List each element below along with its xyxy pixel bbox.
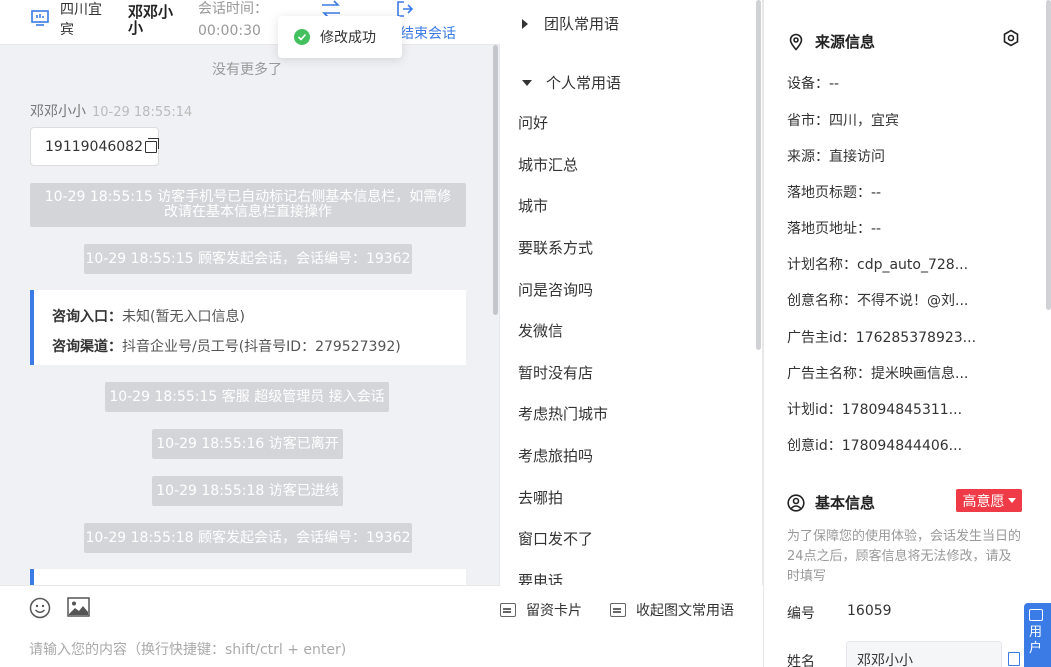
- phrase-item[interactable]: 考虑热门城市: [518, 403, 608, 424]
- message-time: 10-29 18:55:14: [92, 105, 193, 120]
- phrase-item[interactable]: 城市: [518, 195, 548, 216]
- phone-number: 19119046082: [45, 138, 143, 155]
- chat-panel: 四川宜宾 邓邓小小 会话时间： 00:00:30 结束会话 没有更多了 邓邓小小…: [0, 0, 500, 667]
- location-pin-icon: [789, 33, 803, 51]
- chat-scrollbar[interactable]: [493, 45, 498, 315]
- source-row: 落地页地址：--: [787, 221, 882, 237]
- personal-phrases-label: 个人常用语: [546, 74, 622, 92]
- source-row: 设备：--: [787, 76, 840, 92]
- phrase-item[interactable]: 考虑旅拍吗: [518, 445, 593, 466]
- toast-text: 修改成功: [320, 30, 376, 46]
- intent-level-label: 高意愿: [962, 493, 1005, 510]
- system-message: 10-29 18:55:15 顾客发起会话，会话编号：19362: [84, 244, 412, 274]
- monitor-icon: [31, 10, 49, 26]
- phrase-item[interactable]: 窗口发不了: [518, 528, 593, 549]
- consult-info-card: [30, 569, 466, 585]
- lead-card-label: 留资卡片: [526, 603, 582, 619]
- source-row: 创意名称：不得不说！@刘...: [787, 293, 969, 309]
- phrase-item[interactable]: 暂时没有店: [518, 362, 593, 383]
- user-side-tab[interactable]: 用户: [1024, 603, 1051, 667]
- caret-down-icon: [522, 79, 532, 86]
- consult-entry-row: 咨询入口：未知(暂无入口信息): [52, 302, 466, 332]
- intent-level-dropdown[interactable]: 高意愿: [956, 489, 1022, 512]
- chat-input-area: 请输入您的内容（换行快捷键：shift/ctrl + enter): [0, 585, 500, 667]
- user-icon: [787, 493, 805, 512]
- check-icon: [294, 29, 310, 45]
- source-info-title: 来源信息: [815, 33, 876, 51]
- consult-channel-row: 咨询渠道：抖音企业号/员工号(抖音号ID：279527392): [52, 332, 466, 362]
- source-row: 省市：四川，宜宾: [787, 113, 899, 129]
- source-row: 创意id：178094844406...: [787, 438, 963, 454]
- system-message: 10-29 18:55:16 访客已离开: [152, 429, 343, 459]
- no-more-label: 没有更多了: [212, 62, 282, 78]
- collapse-phrases-label: 收起图文常用语: [636, 603, 734, 619]
- visitor-name: 邓邓小小: [128, 3, 174, 37]
- session-time-value: 00:00:30: [198, 23, 261, 39]
- end-session-button[interactable]: 结束会话: [400, 23, 456, 43]
- source-info-header: 来源信息: [787, 31, 875, 52]
- consult-channel-key: 咨询渠道：: [52, 339, 122, 355]
- phrase-item[interactable]: 要电话: [518, 570, 563, 585]
- caret-down-icon: [1007, 498, 1016, 503]
- phrase-item[interactable]: 要联系方式: [518, 237, 593, 258]
- emoji-icon[interactable]: [29, 597, 51, 619]
- caret-right-icon: [522, 18, 528, 29]
- success-toast: 修改成功: [278, 16, 402, 58]
- visitor-info-panel: 来源信息 设备：-- 省市：四川，宜宾 来源：直接访问 落地页标题：-- 落地页…: [763, 0, 1051, 667]
- phrases-footer: 留资卡片 收起图文常用语: [500, 585, 763, 667]
- phrase-item[interactable]: 发微信: [518, 320, 563, 341]
- phrases-scrollbar[interactable]: [756, 0, 761, 350]
- consult-entry-key: 咨询入口：: [52, 309, 122, 325]
- card-icon: [500, 603, 516, 617]
- chat-header: 四川宜宾 邓邓小小 会话时间： 00:00:30 结束会话: [0, 0, 500, 45]
- phrase-item[interactable]: 去哪拍: [518, 487, 563, 508]
- system-message: 10-29 18:55:15 访客手机号已自动标记右侧基本信息栏，如需修改请在基…: [30, 183, 466, 227]
- basic-info-header: 基本信息: [787, 492, 875, 513]
- id-value: 16059: [847, 603, 892, 619]
- common-phrases-panel: 团队常用语 个人常用语 问好 城市汇总 城市 要联系方式 问是咨询吗 发微信 暂…: [500, 0, 763, 585]
- source-row: 落地页标题：--: [787, 185, 882, 201]
- user-tab-label: 用户: [1029, 625, 1043, 656]
- card-icon: [610, 603, 626, 617]
- name-label: 姓名: [787, 654, 815, 667]
- name-field[interactable]: 邓邓小小: [846, 641, 1002, 667]
- team-phrases-label: 团队常用语: [544, 15, 620, 33]
- source-row: 广告主名称：提米映画信息...: [787, 366, 969, 382]
- source-row: 计划名称：cdp_auto_728...: [787, 257, 969, 273]
- info-scrollbar[interactable]: [1046, 0, 1051, 310]
- phrase-item[interactable]: 城市汇总: [518, 154, 578, 175]
- phrase-item[interactable]: 问好: [518, 112, 548, 133]
- visitor-location: 四川宜宾: [60, 2, 102, 38]
- source-row: 计划id：178094845311...: [787, 402, 963, 418]
- copy-icon[interactable]: [144, 137, 159, 153]
- document-icon[interactable]: [1008, 652, 1020, 666]
- session-time-label: 会话时间：: [198, 1, 268, 17]
- system-message: 10-29 18:55:18 顾客发起会话，会话编号：19362: [84, 523, 412, 553]
- edit-notice: 为了保障您的使用体验，会话发生当日的24点之后，顾客信息将无法修改，请及时填写: [787, 529, 1022, 584]
- system-message: 10-29 18:55:18 访客已进线: [152, 476, 343, 506]
- image-icon[interactable]: [67, 597, 90, 617]
- lead-card-button[interactable]: 留资卡片: [500, 600, 582, 620]
- team-phrases-group[interactable]: 团队常用语: [522, 13, 619, 34]
- source-row: 来源：直接访问: [787, 149, 885, 165]
- system-message: 10-29 18:55:15 客服 超级管理员 接入会话: [105, 382, 389, 412]
- consult-channel-value: 抖音企业号/员工号(抖音号ID：279527392): [122, 339, 401, 355]
- chat-icon: [1029, 609, 1043, 621]
- message-bubble: 19119046082: [30, 127, 159, 166]
- message-list[interactable]: 没有更多了 邓邓小小 10-29 18:55:14 19119046082 10-…: [0, 45, 500, 585]
- collapse-phrases-button[interactable]: 收起图文常用语: [610, 600, 734, 620]
- id-label: 编号: [787, 606, 815, 622]
- consult-entry-value: 未知(暂无入口信息): [122, 309, 245, 325]
- personal-phrases-group[interactable]: 个人常用语: [522, 72, 621, 93]
- phrase-item[interactable]: 问是咨询吗: [518, 279, 593, 300]
- message-sender: 邓邓小小 10-29 18:55:14: [30, 101, 192, 121]
- settings-icon[interactable]: [1002, 29, 1020, 47]
- sender-name: 邓邓小小: [30, 104, 86, 120]
- consult-info-card: 咨询入口：未知(暂无入口信息) 咨询渠道：抖音企业号/员工号(抖音号ID：279…: [30, 290, 466, 365]
- message-input[interactable]: 请输入您的内容（换行快捷键：shift/ctrl + enter): [29, 639, 346, 659]
- basic-info-title: 基本信息: [815, 494, 876, 512]
- source-row: 广告主id：176285378923...: [787, 330, 977, 346]
